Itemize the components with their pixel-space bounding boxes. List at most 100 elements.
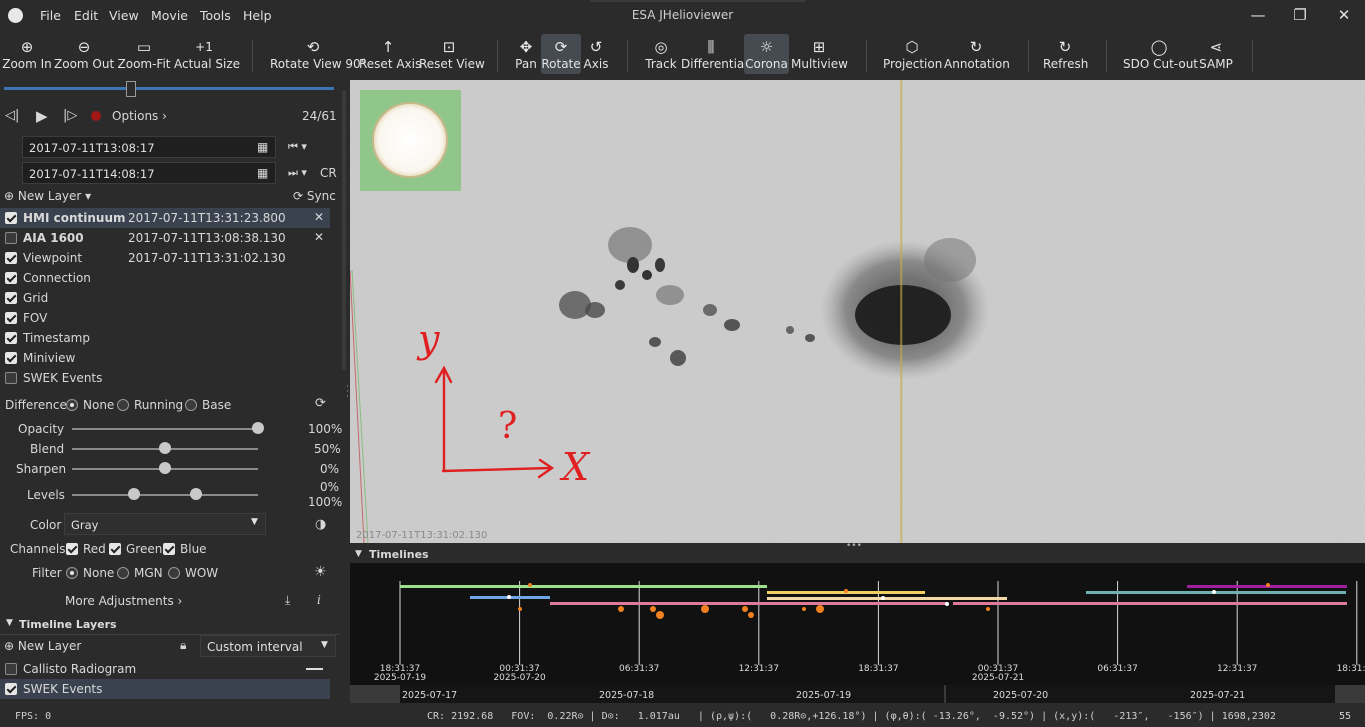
cr-label[interactable]: CR	[320, 166, 337, 180]
layer-row-hmi[interactable]: HMI continuum 2017-07-11T13:31:23.800 ✕	[0, 208, 330, 228]
refresh-button[interactable]: ↻ Refresh	[1043, 34, 1088, 74]
layer-checkbox[interactable]	[5, 312, 17, 324]
calendar-icon[interactable]: ▦	[257, 166, 268, 180]
interval-select[interactable]: Custom interval ▼	[200, 635, 336, 657]
info-icon[interactable]: i	[317, 593, 321, 607]
layer-row-fov[interactable]: FOV	[0, 308, 330, 328]
timeline-layer-callisto[interactable]: Callisto Radiogram	[0, 659, 330, 679]
invert-icon[interactable]: ◑	[315, 517, 326, 532]
next-frame-button[interactable]: |▷	[63, 108, 77, 123]
projection-button[interactable]: ⬡ Projection	[883, 34, 942, 74]
event-bar[interactable]	[550, 602, 947, 605]
track-button[interactable]: ◎ Track	[643, 34, 679, 74]
layer-checkbox[interactable]	[5, 232, 17, 244]
channel-green-checkbox[interactable]	[109, 543, 121, 555]
remove-layer-icon[interactable]: ✕	[314, 230, 324, 244]
annotation-button[interactable]: ↻ Annotation	[944, 34, 1010, 74]
timeline-layer-checkbox[interactable]	[5, 683, 17, 695]
layer-row-timestamp[interactable]: Timestamp	[0, 328, 330, 348]
rotate-view-button[interactable]: ⟲ Rotate View 90°	[270, 34, 367, 74]
new-layer-button[interactable]: ⊕ New Layer ▾	[4, 189, 91, 203]
levels-high-knob[interactable]	[190, 488, 202, 500]
timeline-layers-header[interactable]: ▼ Timeline Layers	[0, 618, 340, 634]
image-viewer[interactable]: y X ? 2017-07-11T13:31:02.130	[350, 80, 1365, 543]
timeline-layer-swek[interactable]: SWEK Events	[0, 679, 330, 699]
calendar-icon[interactable]: ▦	[257, 140, 268, 154]
reset-view-button[interactable]: ⊡ Reset View	[419, 34, 485, 74]
jump-start-icon[interactable]: ⏮ ▾	[288, 140, 307, 154]
record-button[interactable]	[91, 111, 101, 121]
sdo-cutout-button[interactable]: ◯ SDO Cut-out	[1123, 34, 1198, 74]
download-icon[interactable]: ⤓	[285, 593, 290, 608]
layer-checkbox[interactable]	[5, 272, 17, 284]
layer-row-miniview[interactable]: Miniview	[0, 348, 330, 368]
play-button[interactable]: ▶	[36, 107, 48, 125]
layer-row-viewpoint[interactable]: Viewpoint 2017-07-11T13:31:02.130	[0, 248, 330, 268]
timeline-chart[interactable]: 18:31:372025-07-1900:31:372025-07-2006:3…	[350, 563, 1365, 703]
start-time-field[interactable]: 2017-07-11T13:08:17	[22, 136, 276, 158]
zoom-out-button[interactable]: ⊖ Zoom Out	[54, 34, 114, 74]
blend-slider-knob[interactable]	[159, 442, 171, 454]
movie-slider[interactable]	[4, 87, 334, 90]
side-splitter-handle[interactable]: · · ·	[346, 383, 349, 402]
difference-none-radio[interactable]	[66, 399, 78, 411]
differential-button[interactable]: ⫼ Differential	[681, 34, 748, 74]
pan-button[interactable]: ✥ Pan	[512, 34, 540, 74]
maximize-button[interactable]: ❐	[1285, 4, 1315, 26]
sync-button[interactable]: ⟳ Sync	[293, 189, 336, 203]
previous-frame-button[interactable]: ◁|	[5, 108, 19, 123]
options-button[interactable]: Options ›	[112, 109, 167, 123]
levels-slider[interactable]	[72, 494, 258, 496]
brightness-icon[interactable]: ☀	[314, 564, 327, 580]
event-bar[interactable]	[400, 585, 767, 588]
opacity-slider[interactable]	[72, 428, 258, 430]
rotate-button[interactable]: ⟳ Rotate	[541, 34, 581, 74]
filter-mgn-radio[interactable]	[117, 567, 129, 579]
event-bar[interactable]	[767, 597, 1007, 600]
movie-slider-thumb[interactable]	[126, 81, 136, 97]
samp-button[interactable]: ⋖ SAMP	[1198, 34, 1234, 74]
filter-none-radio[interactable]	[66, 567, 78, 579]
filter-wow-radio[interactable]	[168, 567, 180, 579]
close-button[interactable]: ✕	[1329, 4, 1359, 26]
actual-size-button[interactable]: +1 Actual Size	[174, 34, 240, 74]
multiview-button[interactable]: ⊞ Multiview	[791, 34, 848, 74]
more-adjustments-button[interactable]: More Adjustments ›	[65, 594, 182, 608]
opacity-slider-knob[interactable]	[252, 422, 264, 434]
sharpen-slider-knob[interactable]	[159, 462, 171, 474]
layer-checkbox[interactable]	[5, 212, 17, 224]
remove-layer-icon[interactable]: ✕	[314, 210, 324, 224]
corona-button[interactable]: ☼ Corona	[744, 34, 789, 74]
layer-row-swek[interactable]: SWEK Events	[0, 368, 330, 388]
zoom-fit-button[interactable]: ▭ Zoom-Fit	[116, 34, 172, 74]
event-bar[interactable]	[953, 602, 1347, 605]
channel-red-checkbox[interactable]	[66, 543, 78, 555]
layer-row-aia[interactable]: AIA 1600 2017-07-11T13:08:38.130 ✕	[0, 228, 330, 248]
visible-range[interactable]	[400, 685, 944, 703]
color-select[interactable]: Gray ▼	[64, 513, 266, 535]
jump-end-icon[interactable]: ⏭ ▾	[288, 166, 307, 180]
layer-checkbox[interactable]	[5, 252, 17, 264]
layer-checkbox[interactable]	[5, 352, 17, 364]
reset-axis-button[interactable]: ↑ Reset Axis	[359, 34, 421, 74]
levels-low-knob[interactable]	[128, 488, 140, 500]
panel-scrollbar[interactable]	[342, 90, 346, 370]
end-time-field[interactable]: 2017-07-11T14:08:17	[22, 162, 276, 184]
layer-row-connection[interactable]: Connection	[0, 268, 330, 288]
event-bar[interactable]	[1086, 591, 1346, 594]
layer-row-grid[interactable]: Grid	[0, 288, 330, 308]
reset-adjust-icon[interactable]: ⟳	[315, 396, 326, 411]
layer-checkbox[interactable]	[5, 332, 17, 344]
timeline-layer-checkbox[interactable]	[5, 663, 17, 675]
difference-running-radio[interactable]	[117, 399, 129, 411]
axis-button[interactable]: ↺ Axis	[582, 34, 610, 74]
timelines-header[interactable]: ▼ Timelines	[350, 546, 1365, 563]
layer-checkbox[interactable]	[5, 372, 17, 384]
lock-icon[interactable]: 🔒︎	[180, 638, 186, 653]
timeline-new-layer-button[interactable]: ⊕ New Layer	[4, 639, 81, 653]
difference-base-radio[interactable]	[185, 399, 197, 411]
minimize-button[interactable]: —	[1243, 4, 1273, 26]
zoom-in-button[interactable]: ⊕ Zoom In	[2, 34, 52, 74]
channel-blue-checkbox[interactable]	[163, 543, 175, 555]
layer-checkbox[interactable]	[5, 292, 17, 304]
